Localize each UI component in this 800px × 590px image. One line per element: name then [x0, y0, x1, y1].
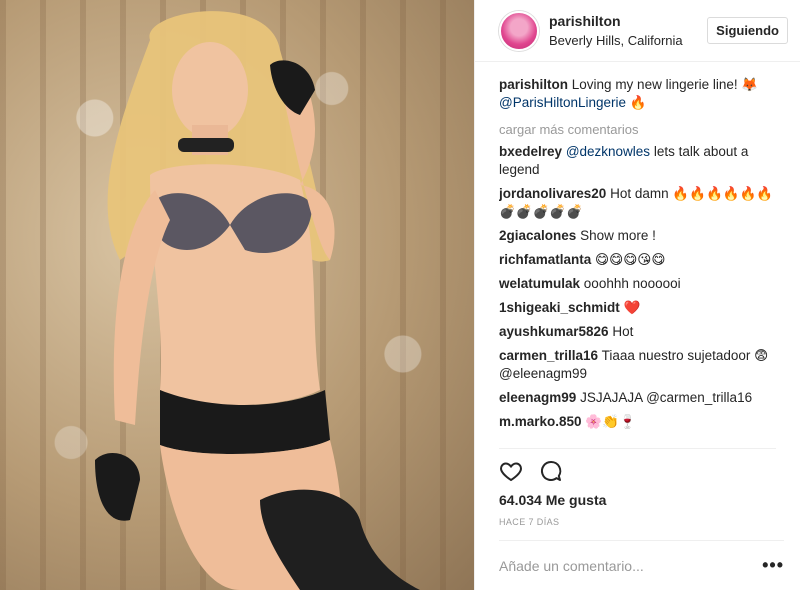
comment-text: 😋😋😋😘😋 [595, 252, 666, 267]
list-item: 2giacalones Show more ! [499, 227, 784, 245]
comment-text: Hot [612, 324, 634, 339]
avatar[interactable] [499, 10, 539, 51]
comment-username[interactable]: richfamatlanta [499, 252, 591, 267]
comment-text: ❤️ [623, 300, 641, 315]
comment-username[interactable]: carmen_trilla16 [499, 348, 598, 363]
heart-icon[interactable] [499, 459, 523, 483]
more-options-icon[interactable]: ••• [762, 555, 784, 576]
list-item: 1shigeaki_schmidt ❤️ [499, 299, 784, 317]
comment-username[interactable]: 2giacalones [499, 228, 576, 243]
add-comment-bar: ••• [499, 540, 784, 590]
caption: parishilton Loving my new lingerie line!… [499, 76, 784, 112]
comment-username[interactable]: eleenagm99 [499, 390, 576, 405]
comment-mention[interactable]: @dezknowles [566, 144, 650, 159]
comment-username[interactable]: jordanolivares20 [499, 186, 606, 201]
post-image-figure [95, 11, 420, 590]
following-button[interactable]: Siguiendo [707, 17, 788, 44]
list-item: jordanolivares20 Hot damn 🔥🔥🔥🔥🔥🔥💣💣💣💣💣 [499, 185, 784, 221]
caption-username[interactable]: parishilton [499, 77, 568, 92]
comment-username[interactable]: 1shigeaki_schmidt [499, 300, 620, 315]
comment-username[interactable]: ayushkumar5826 [499, 324, 609, 339]
comment-username[interactable]: bxedelrey [499, 144, 562, 159]
post-header: parishilton Beverly Hills, California Si… [475, 0, 800, 62]
list-item: carmen_trilla16 Tiaaa nuestro sujetadoor… [499, 347, 784, 383]
load-more-comments-link[interactable]: cargar más comentarios [499, 122, 784, 137]
caption-emoji: 🔥 [629, 95, 647, 110]
comment-input[interactable] [499, 557, 739, 574]
list-item: ayushkumar5826 Hot [499, 323, 784, 341]
comments-list: parishilton Loving my new lingerie line!… [499, 76, 784, 446]
action-bar [499, 448, 776, 483]
caption-mention[interactable]: @ParisHiltonLingerie [499, 95, 626, 110]
header-text: parishilton Beverly Hills, California [549, 13, 707, 48]
comment-icon[interactable] [539, 459, 563, 483]
comment-text: JSJAJAJA @carmen_trilla16 [580, 390, 753, 405]
post-details-panel: parishilton Beverly Hills, California Si… [474, 0, 800, 590]
comment-text: ooohhh noooooi [583, 276, 681, 291]
list-item: m.marko.850 🌸👏🍷 [499, 413, 784, 431]
post-modal: parishilton Beverly Hills, California Si… [0, 0, 800, 590]
comment-username[interactable]: m.marko.850 [499, 414, 582, 429]
list-item: richfamatlanta 😋😋😋😘😋 [499, 251, 784, 269]
likes-count[interactable]: 64.034 Me gusta [499, 492, 606, 508]
list-item: welatumulak ooohhh noooooi [499, 275, 784, 293]
header-location[interactable]: Beverly Hills, California [549, 33, 699, 48]
list-item: bxedelrey @dezknowles lets talk about a … [499, 143, 784, 179]
post-photo[interactable] [0, 0, 474, 590]
list-item: eleenagm99 JSJAJAJA @carmen_trilla16 [499, 389, 784, 407]
post-timestamp[interactable]: HACE 7 DÍAS [499, 517, 559, 527]
comment-username[interactable]: welatumulak [499, 276, 580, 291]
comment-text: 🌸👏🍷 [585, 414, 636, 429]
caption-text: Loving my new lingerie line! 🦊 [571, 77, 759, 92]
header-username[interactable]: parishilton [549, 13, 707, 29]
comment-text: Show more ! [580, 228, 656, 243]
